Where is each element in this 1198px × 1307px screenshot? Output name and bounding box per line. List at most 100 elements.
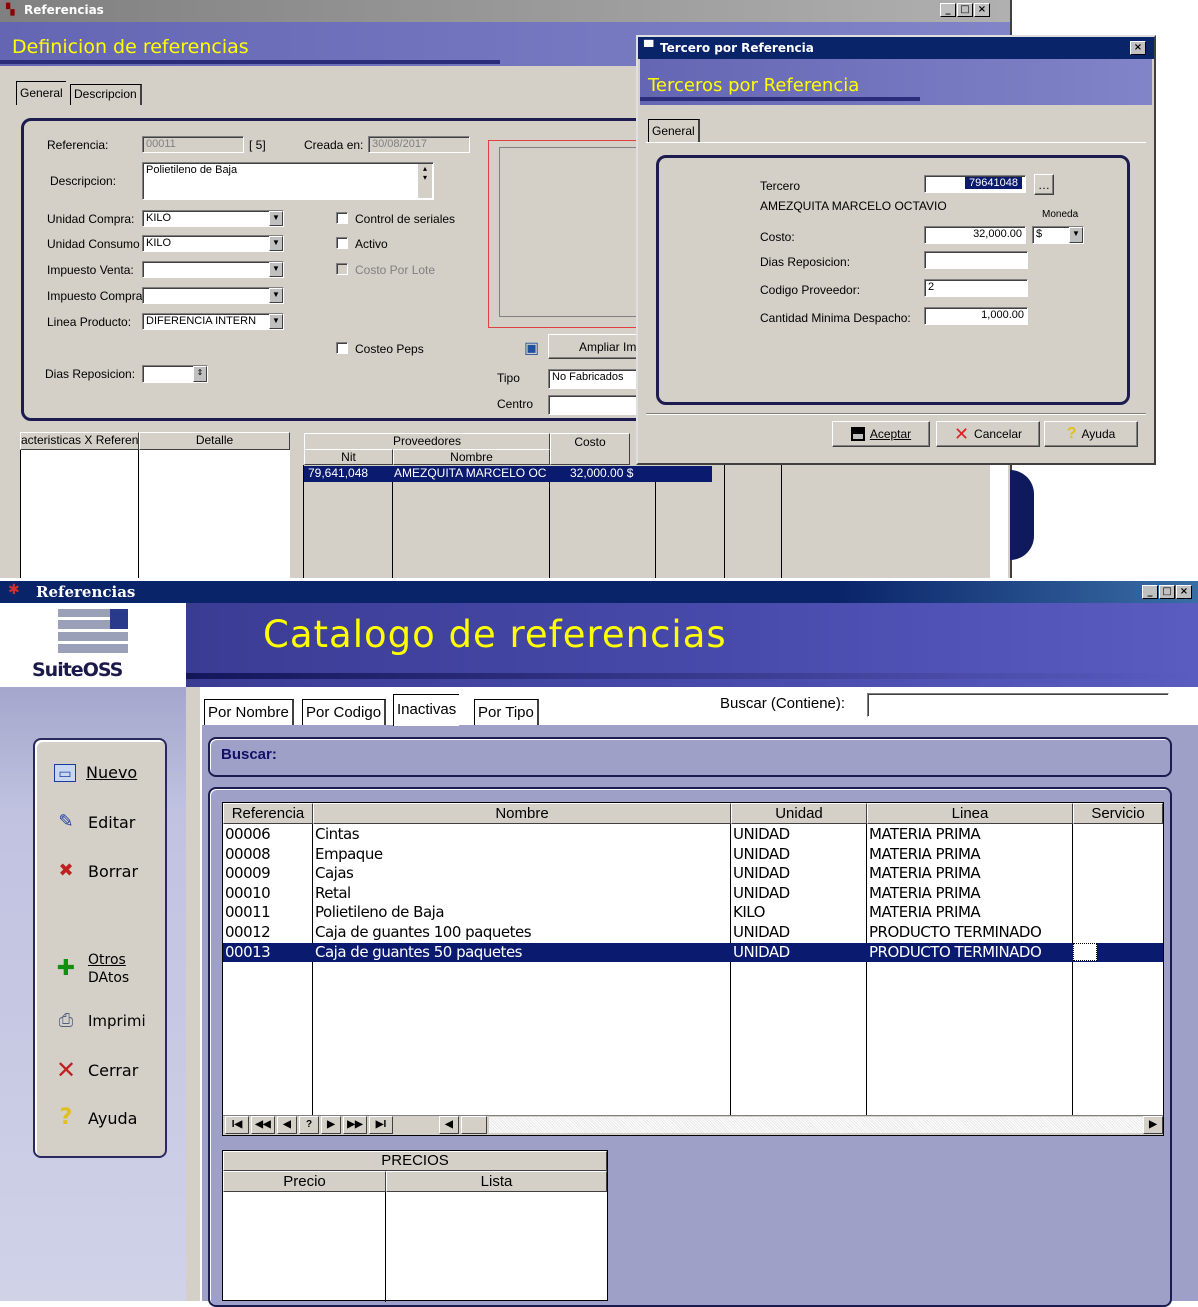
- proveedor-costo: 32,000.00 $: [570, 466, 634, 480]
- minimize-button[interactable]: _: [940, 3, 956, 17]
- next-page-button[interactable]: ▶▶: [343, 1116, 367, 1134]
- borrar-button[interactable]: ✖ Borrar: [54, 859, 138, 883]
- last-record-button[interactable]: ▶I: [369, 1116, 393, 1134]
- cell-nombre: Caja de guantes 100 paquetes: [315, 923, 532, 941]
- spinner-icon[interactable]: ⇕: [193, 366, 207, 382]
- tercero-field[interactable]: 79641048: [924, 175, 1026, 193]
- close-button[interactable]: ×: [1176, 585, 1192, 599]
- otros-label: Otros: [88, 952, 126, 968]
- cell-servicio[interactable]: [1073, 942, 1097, 961]
- creada-field[interactable]: 30/08/2017: [368, 136, 470, 153]
- prev-record-button[interactable]: ◀: [277, 1116, 297, 1134]
- scroll-track[interactable]: [489, 1117, 1143, 1133]
- descripcion-scrollbar[interactable]: ▴ ▾: [418, 164, 432, 198]
- otros-datos-button[interactable]: ✚ Otros DAtos: [54, 951, 129, 987]
- impuesto-venta-select[interactable]: ▼: [142, 261, 284, 278]
- nuevo-button[interactable]: ▭ Nuevo: [54, 763, 137, 782]
- activo-checkbox[interactable]: [336, 237, 348, 249]
- next-record-button[interactable]: ▶: [321, 1116, 341, 1134]
- table-row[interactable]: 00006 Cintas UNIDAD MATERIA PRIMA: [223, 825, 1163, 845]
- cerrar-label: Cerrar: [88, 1060, 139, 1080]
- centro-select[interactable]: [548, 395, 640, 415]
- scroll-right-button[interactable]: ▶: [1143, 1116, 1163, 1134]
- codigo-proveedor-field[interactable]: 2: [924, 279, 1028, 297]
- linea-select[interactable]: DIFERENCIA INTERN ▼: [142, 313, 284, 330]
- table-row[interactable]: 00010 Retal UNIDAD MATERIA PRIMA: [223, 884, 1163, 904]
- proveedor-row[interactable]: 79,641,048 AMEZQUITA MARCELO OC 32,000.0…: [304, 466, 712, 482]
- logo-text: SuiteOSS: [32, 659, 123, 681]
- minimize-button[interactable]: _: [1142, 585, 1158, 599]
- descripcion-field[interactable]: Polietileno de Baja: [142, 162, 434, 200]
- logo: SuiteOSS: [0, 603, 186, 687]
- referencia-field[interactable]: 00011: [142, 136, 244, 153]
- chevron-down-icon[interactable]: ▼: [269, 236, 283, 251]
- aceptar-button[interactable]: Aceptar: [832, 421, 930, 447]
- editar-button[interactable]: ✎ Editar: [54, 810, 135, 834]
- buscar-contiene-input[interactable]: [867, 693, 1169, 717]
- col-nombre[interactable]: Nombre: [313, 803, 731, 824]
- tipo-select[interactable]: No Fabricados: [548, 369, 640, 389]
- cancelar-label: Cancelar: [974, 427, 1023, 441]
- main-window: ✱ Referencias _ □ × SuiteOSS Catalogo de…: [0, 581, 1198, 1307]
- dialog-tab-general[interactable]: General: [648, 119, 700, 143]
- col-unidad[interactable]: Unidad: [731, 803, 867, 824]
- dias-reposicion-spinner[interactable]: ⇕: [142, 365, 208, 383]
- chevron-down-icon[interactable]: ▼: [1069, 227, 1083, 243]
- impuesto-compra-select[interactable]: ▼: [142, 287, 284, 304]
- impuesto-compra-label: Impuesto Compra: [47, 289, 143, 303]
- image-icon: ▣: [524, 340, 540, 357]
- ayuda-sidebar-button[interactable]: ? Ayuda: [54, 1106, 138, 1130]
- unidad-consumo-select[interactable]: KILO ▼: [142, 235, 284, 252]
- plus-icon: ✚: [56, 956, 76, 981]
- ampliar-imagen-button[interactable]: Ampliar Im: [548, 334, 640, 359]
- tab-inactivas[interactable]: Inactivas: [393, 694, 460, 726]
- col-linea[interactable]: Linea: [867, 803, 1073, 824]
- first-record-button[interactable]: I◀: [225, 1116, 249, 1134]
- control-seriales-checkbox[interactable]: [336, 212, 348, 224]
- prev-page-button[interactable]: ◀◀: [251, 1116, 275, 1134]
- table-row[interactable]: 00009 Cajas UNIDAD MATERIA PRIMA: [223, 864, 1163, 884]
- tab-por-nombre[interactable]: Por Nombre: [204, 699, 294, 725]
- chevron-down-icon[interactable]: ▼: [269, 211, 283, 226]
- cerrar-button[interactable]: ✕ Cerrar: [54, 1058, 138, 1082]
- tab-general[interactable]: General: [16, 81, 66, 105]
- chevron-down-icon[interactable]: ▼: [269, 262, 283, 277]
- moneda-select[interactable]: $ ▼: [1032, 226, 1084, 244]
- col-precio[interactable]: Precio: [223, 1171, 386, 1192]
- table-row[interactable]: 00008 Empaque UNIDAD MATERIA PRIMA: [223, 845, 1163, 865]
- col-referencia[interactable]: Referencia: [223, 803, 313, 824]
- scroll-left-button[interactable]: ◀: [439, 1116, 459, 1134]
- costo-field[interactable]: 32,000.00: [924, 226, 1026, 244]
- cantidad-minima-field[interactable]: 1,000.00: [924, 307, 1028, 325]
- tercero-lookup-button[interactable]: …: [1034, 174, 1054, 195]
- scroll-thumb[interactable]: [461, 1116, 487, 1134]
- main-title: Referencias: [36, 583, 136, 601]
- cell-referencia: 00013: [225, 942, 271, 961]
- tab-por-tipo[interactable]: Por Tipo: [474, 699, 539, 725]
- tab-descripcion[interactable]: Descripcion: [70, 84, 142, 105]
- dialog-dias-field[interactable]: [924, 251, 1028, 269]
- close-button[interactable]: ×: [974, 3, 990, 17]
- ayuda-button[interactable]: ? Ayuda: [1044, 421, 1138, 447]
- chevron-down-icon[interactable]: ▼: [269, 288, 283, 303]
- tab-por-codigo[interactable]: Por Codigo: [302, 699, 387, 725]
- dialog-close-button[interactable]: ×: [1130, 41, 1146, 55]
- cancelar-button[interactable]: ✕ Cancelar: [936, 421, 1040, 447]
- nuevo-label: Nuevo: [86, 763, 138, 782]
- edit-icon: ✎: [58, 811, 74, 832]
- cell-unidad: UNIDAD: [733, 844, 790, 863]
- costeo-peps-checkbox[interactable]: [336, 342, 348, 354]
- costo-lote-label: Costo Por Lote: [355, 263, 436, 277]
- chevron-down-icon[interactable]: ▼: [269, 314, 283, 329]
- col-lista[interactable]: Lista: [386, 1171, 607, 1192]
- table-row[interactable]: 00013 Caja de guantes 50 paquetes UNIDAD PR…: [223, 942, 1163, 963]
- help-record-button[interactable]: ?: [299, 1116, 319, 1134]
- unidad-compra-select[interactable]: KILO ▼: [142, 210, 284, 227]
- table-row[interactable]: 00012 Caja de guantes 100 paquetes UNIDAD P…: [223, 923, 1163, 943]
- cell-nombre: Retal: [315, 883, 351, 902]
- maximize-button[interactable]: □: [957, 3, 973, 17]
- table-row[interactable]: 00011 Polietileno de Baja KILO MATERIA PRIM…: [223, 903, 1163, 923]
- col-servicio[interactable]: Servicio: [1073, 803, 1163, 824]
- maximize-button[interactable]: □: [1159, 585, 1175, 599]
- imprimir-button[interactable]: ⎙ Imprimi: [54, 1009, 146, 1033]
